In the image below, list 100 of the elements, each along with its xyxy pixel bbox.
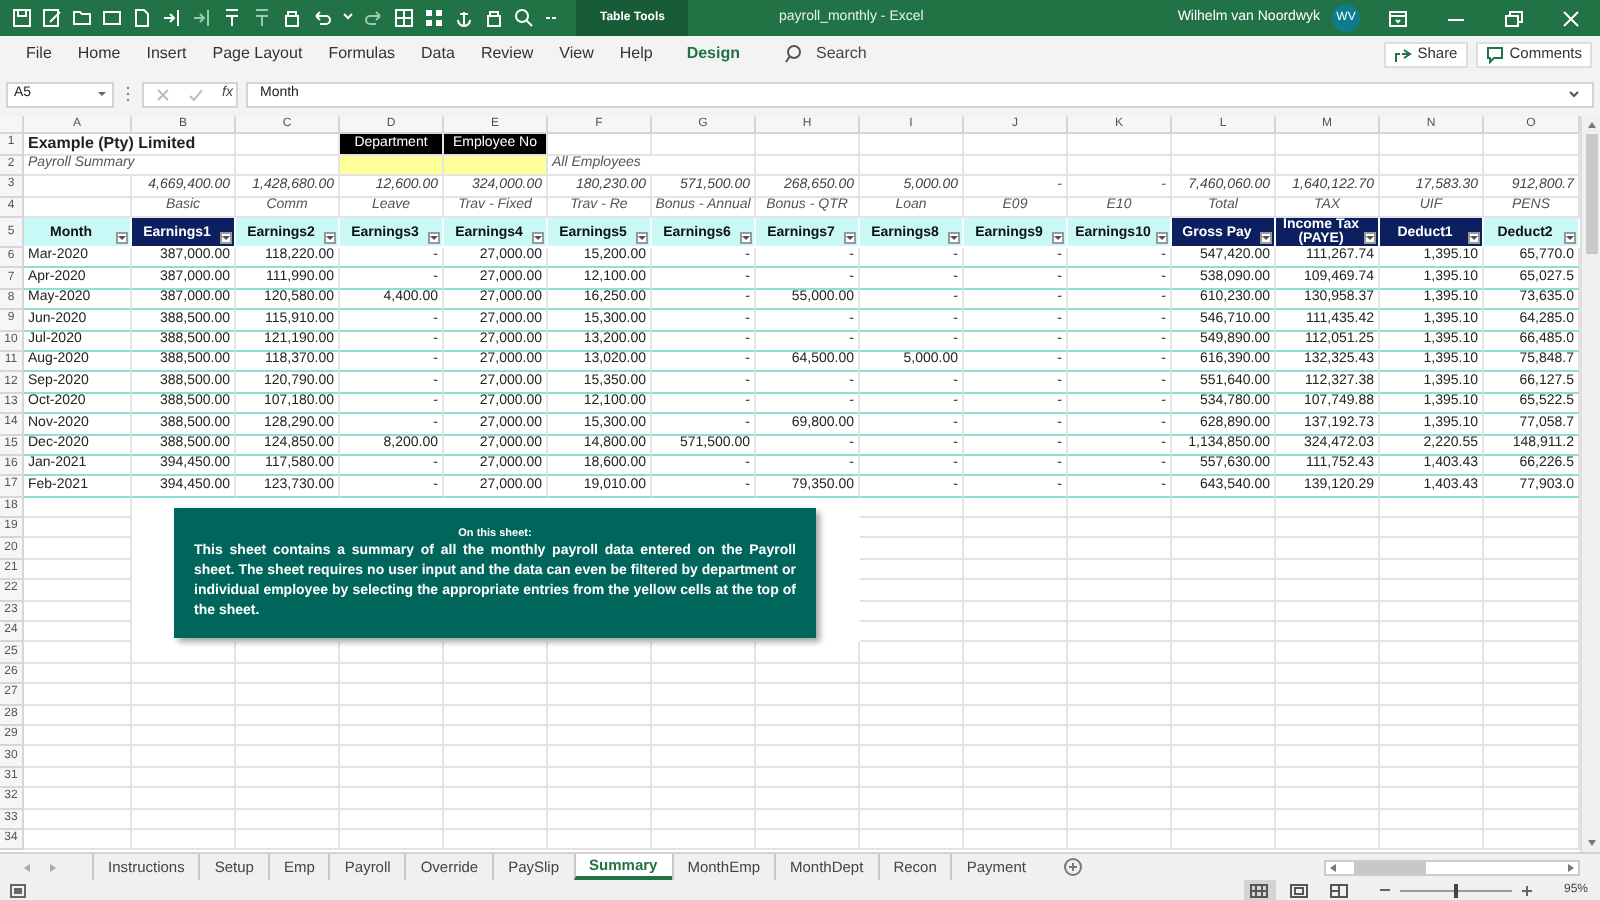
ribbon-tab[interactable]: Review [470,42,544,66]
empty-cell[interactable] [1172,497,1276,519]
next-sheet-icon[interactable] [48,861,60,873]
folder-icon[interactable] [72,8,92,28]
filter-button[interactable] [220,232,232,244]
empty-cell[interactable] [964,746,1068,768]
empty-cell[interactable] [1172,134,1276,155]
empty-cell[interactable] [132,746,236,768]
empty-cell[interactable] [1276,809,1380,830]
empty-cell[interactable] [444,642,548,664]
scroll-down-icon[interactable] [1585,838,1597,848]
empty-cell[interactable] [1276,134,1380,155]
empty-cell[interactable] [1172,684,1276,706]
empty-cell[interactable] [756,642,860,664]
empty-cell[interactable] [1172,155,1276,176]
empty-cell[interactable] [1276,642,1380,664]
empty-cell[interactable] [652,829,756,851]
document-icon[interactable] [132,8,152,28]
empty-cell[interactable] [1380,134,1484,155]
empty-cell[interactable] [860,746,964,768]
department-field[interactable] [340,155,444,176]
empty-cell[interactable] [340,684,444,706]
empty-cell[interactable] [548,809,652,830]
ribbon-tab[interactable]: View [549,42,604,66]
empty-cell[interactable] [964,663,1068,685]
grid-icon[interactable] [394,8,414,28]
empty-cell[interactable] [652,642,756,664]
empty-cell[interactable] [1172,642,1276,664]
empty-cell[interactable] [1172,746,1276,768]
empty-cell[interactable] [1068,705,1172,726]
restore-icon[interactable] [1504,9,1524,27]
empty-cell[interactable] [1172,705,1276,726]
empty-cell[interactable] [1380,601,1484,623]
redo-icon[interactable] [364,8,384,28]
insert-icon[interactable] [192,8,212,28]
empty-cell[interactable] [548,725,652,747]
filter-button[interactable] [636,232,648,244]
empty-cell[interactable] [756,767,860,789]
empty-cell[interactable] [860,601,964,623]
empty-cell[interactable] [964,705,1068,726]
empty-cell[interactable] [236,746,340,768]
zoom-in-icon[interactable] [1521,885,1532,895]
empty-cell[interactable] [652,725,756,747]
empty-cell[interactable] [860,134,964,155]
edit-icon[interactable] [42,8,62,28]
empty-cell[interactable] [860,684,964,706]
filter-button[interactable] [1564,232,1576,244]
empty-cell[interactable] [132,725,236,747]
empty-cell[interactable] [132,663,236,685]
empty-cell[interactable] [652,746,756,768]
empty-cell[interactable] [1276,497,1380,519]
empty-cell[interactable] [444,767,548,789]
grid-icon[interactable] [424,8,444,28]
empty-cell[interactable] [1380,580,1484,602]
empty-cell[interactable] [1380,788,1484,810]
empty-cell[interactable] [652,134,756,155]
empty-cell[interactable] [756,725,860,747]
empty-cell[interactable] [860,518,964,539]
empty-cell[interactable] [548,663,652,685]
empty-cell[interactable] [1172,829,1276,851]
empty-cell[interactable] [964,134,1068,155]
scroll-right-icon[interactable] [1566,861,1576,873]
empty-cell[interactable] [1276,725,1380,747]
empty-cell[interactable] [860,829,964,851]
lock-icon[interactable] [282,8,302,28]
empty-cell[interactable] [964,767,1068,789]
empty-cell[interactable] [964,518,1068,539]
empty-cell[interactable] [340,746,444,768]
empty-cell[interactable] [1380,746,1484,768]
empty-cell[interactable] [964,684,1068,706]
ribbon-tab[interactable]: File [16,42,62,66]
empty-cell[interactable] [756,155,860,176]
empty-cell[interactable] [1172,538,1276,560]
empty-cell[interactable] [548,767,652,789]
empty-cell[interactable] [236,642,340,664]
zoom-slider-thumb[interactable] [1453,883,1458,897]
empty-cell[interactable] [1068,497,1172,519]
empty-cell[interactable] [340,788,444,810]
cancel-icon[interactable] [156,87,170,101]
empty-cell[interactable] [340,705,444,726]
filter-button[interactable] [324,232,336,244]
empty-cell[interactable] [236,809,340,830]
empty-cell[interactable] [444,829,548,851]
empty-cell[interactable] [1380,559,1484,581]
empty-cell[interactable] [548,829,652,851]
empty-cell[interactable] [1068,829,1172,851]
empty-cell[interactable] [548,642,652,664]
view-button[interactable] [1243,880,1276,900]
empty-cell[interactable] [1172,788,1276,810]
empty-cell[interactable] [964,155,1068,176]
empty-cell[interactable] [1380,155,1484,176]
save-icon[interactable] [12,8,32,28]
empty-cell[interactable] [236,663,340,685]
empty-cell[interactable] [1068,788,1172,810]
empty-cell[interactable] [1380,725,1484,747]
anchor-icon[interactable] [454,8,474,28]
empty-cell[interactable] [1068,809,1172,830]
empty-cell[interactable] [1068,601,1172,623]
caret-icon[interactable] [98,92,106,96]
filter-button[interactable] [1468,232,1480,244]
